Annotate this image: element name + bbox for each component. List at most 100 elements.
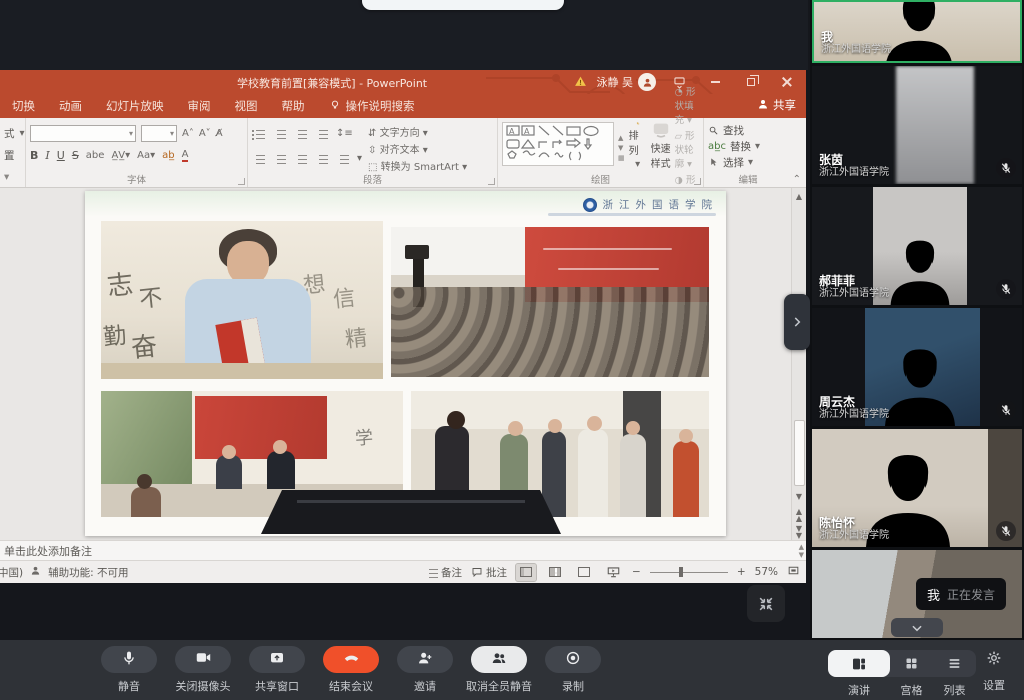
zoom-level[interactable]: 57% bbox=[755, 566, 778, 578]
tab-animations[interactable]: 动画 bbox=[59, 98, 82, 114]
slide-editing-area[interactable]: 浙江外国语学院 志 不 勤 奋 想 信 精 bbox=[0, 188, 806, 540]
increase-indent-icon[interactable] bbox=[315, 129, 328, 138]
participant-tile[interactable]: .t5 .sk{fill:#DCB79D}.t5 .hr{fill:#2B211… bbox=[812, 429, 1022, 547]
slide-vertical-scrollbar[interactable]: ▲ ▼ ▲▲ ▼▼ bbox=[791, 188, 806, 540]
shapes-gallery-scroll[interactable]: ▲▼▦ bbox=[618, 122, 625, 173]
align-right-icon[interactable] bbox=[294, 154, 307, 163]
record-button[interactable]: 录制 bbox=[536, 646, 610, 694]
arrange-button[interactable]: 排列▾ bbox=[629, 122, 647, 170]
end-meeting-button[interactable]: 结束会议 bbox=[314, 646, 388, 694]
align-center-icon[interactable] bbox=[273, 154, 286, 163]
ppt-share-button[interactable]: 共享 bbox=[757, 97, 796, 113]
tell-me-search[interactable]: 操作说明搜索 bbox=[329, 98, 415, 114]
camera-off-button[interactable]: 关闭摄像头 bbox=[166, 646, 240, 694]
slideshow-button[interactable] bbox=[603, 564, 623, 581]
settings-button[interactable]: 设置 bbox=[976, 650, 1012, 693]
notes-scroll-icons[interactable]: ▲▼ bbox=[799, 543, 804, 559]
zoom-out-button[interactable]: − bbox=[632, 566, 641, 578]
tab-review[interactable]: 审阅 bbox=[188, 98, 211, 114]
tab-slideshow[interactable]: 幻灯片放映 bbox=[106, 98, 164, 114]
replace-button[interactable]: ab̲c替换▾ bbox=[708, 138, 788, 154]
list-view-button[interactable] bbox=[933, 650, 976, 677]
normal-view-button[interactable] bbox=[516, 564, 536, 581]
numbering-icon[interactable] bbox=[273, 129, 286, 138]
align-text-button[interactable]: ⇳ 对齐文本 ▾ bbox=[368, 141, 467, 156]
grow-font-icon[interactable]: A˄ bbox=[182, 128, 194, 139]
collapse-ribbon-icon[interactable]: ⌃ bbox=[793, 174, 801, 185]
exit-fullscreen-button[interactable] bbox=[747, 585, 785, 622]
font-size-combobox[interactable]: ▾ bbox=[141, 125, 177, 142]
drawing-dialog-launcher[interactable] bbox=[694, 178, 701, 185]
change-case-button[interactable]: Aa▾ bbox=[137, 150, 155, 161]
font-dialog-launcher[interactable] bbox=[238, 178, 245, 185]
character-spacing-button[interactable]: A̲V̲▾ bbox=[111, 150, 130, 161]
reading-view-button[interactable] bbox=[574, 564, 594, 581]
bold-button[interactable]: B bbox=[30, 149, 38, 162]
text-direction-button[interactable]: ⇵ 文字方向 ▾ bbox=[368, 124, 467, 139]
zoom-slider-thumb[interactable] bbox=[679, 567, 683, 577]
paragraph-dialog-launcher[interactable] bbox=[488, 178, 495, 185]
close-button[interactable] bbox=[774, 71, 800, 93]
zoom-in-button[interactable]: + bbox=[737, 566, 746, 578]
participant-tile-self[interactable]: .t1 .sk{fill:#D9B49A}.t1 .hr{fill:#3A2E2… bbox=[812, 0, 1022, 63]
bullets-icon[interactable] bbox=[252, 129, 265, 138]
find-button[interactable]: 查找 bbox=[708, 122, 788, 138]
grid-view-button[interactable] bbox=[890, 650, 933, 677]
unmute-all-button[interactable]: 取消全员静音 bbox=[462, 646, 536, 694]
tab-view[interactable]: 视图 bbox=[235, 98, 258, 114]
invite-button[interactable]: 邀请 bbox=[388, 646, 462, 694]
decrease-indent-icon[interactable] bbox=[294, 129, 307, 138]
clear-formatting-icon[interactable]: A̸ bbox=[216, 128, 223, 139]
line-spacing-icon[interactable]: ↕≡ bbox=[336, 128, 353, 139]
previous-slide-button[interactable]: ▲▲ bbox=[792, 508, 806, 522]
scroll-down-icon[interactable]: ▼ bbox=[792, 492, 806, 501]
underline-button[interactable]: U bbox=[57, 149, 65, 162]
language-indicator-partial[interactable]: 中国) bbox=[0, 565, 23, 580]
paragraph-more-icon[interactable]: ▾ bbox=[357, 153, 362, 164]
reset-button-partial[interactable]: 置 bbox=[4, 148, 15, 163]
select-button[interactable]: 选择▾ bbox=[708, 154, 788, 170]
participant-tile[interactable]: 我 正在发言 bbox=[812, 550, 1022, 638]
font-color-button[interactable]: A bbox=[182, 149, 189, 162]
zoom-slider[interactable] bbox=[650, 567, 728, 577]
highlight-color-button[interactable]: ab̲ bbox=[162, 150, 174, 161]
comments-toggle[interactable]: 批注 bbox=[471, 565, 507, 580]
participant-tile[interactable]: 张茵 浙江外国语学院 bbox=[812, 66, 1022, 184]
scroll-up-icon[interactable]: ▲ bbox=[792, 192, 806, 201]
share-window-button[interactable]: 共享窗口 bbox=[240, 646, 314, 694]
quick-styles-button[interactable]: 快速样式 bbox=[651, 122, 671, 170]
fit-to-window-button[interactable] bbox=[787, 564, 800, 580]
notes-toggle[interactable]: 备注 bbox=[425, 565, 462, 580]
participant-tile[interactable]: .t4 .sk{fill:#D9AE96}.t4 .hr{fill:#241A1… bbox=[812, 308, 1022, 426]
strikethrough-button[interactable]: S bbox=[72, 149, 79, 162]
shrink-font-icon[interactable]: A˅ bbox=[199, 128, 211, 139]
font-name-combobox[interactable]: ▾ bbox=[30, 125, 136, 142]
sidebar-collapse-tab[interactable] bbox=[784, 294, 810, 350]
justify-icon[interactable] bbox=[315, 154, 328, 163]
minimize-button[interactable] bbox=[702, 71, 728, 93]
screen-share-control-pill[interactable] bbox=[362, 0, 564, 10]
restore-button[interactable] bbox=[738, 71, 764, 93]
slide-canvas[interactable]: 浙江外国语学院 志 不 勤 奋 想 信 精 bbox=[85, 191, 726, 536]
next-slide-button[interactable]: ▼▼ bbox=[792, 525, 806, 539]
align-left-icon[interactable] bbox=[252, 154, 265, 163]
shape-outline-button[interactable]: ▱ 形状轮廓 ▾ bbox=[675, 128, 699, 170]
scroll-participants-down-button[interactable] bbox=[891, 618, 943, 637]
columns-icon[interactable] bbox=[336, 154, 349, 163]
notes-pane[interactable]: 单击此处添加备注 ▲▼ bbox=[0, 540, 806, 560]
participant-tile[interactable]: .t3 .sk{fill:#D8B9A5}.t3 .hr{fill:#1F1B1… bbox=[812, 187, 1022, 305]
speaker-view-button[interactable] bbox=[828, 650, 890, 677]
layout-button-partial[interactable]: 式 bbox=[4, 126, 15, 141]
shape-fill-button[interactable]: ◔ 形状填充 ▾ bbox=[675, 84, 699, 126]
accessibility-status[interactable]: 辅助功能: 不可用 bbox=[48, 565, 128, 580]
tab-help[interactable]: 帮助 bbox=[282, 98, 305, 114]
shapes-gallery[interactable]: A A bbox=[502, 122, 614, 166]
mute-button[interactable]: 静音 bbox=[92, 646, 166, 694]
scrollbar-thumb[interactable] bbox=[794, 420, 805, 486]
account-avatar[interactable] bbox=[638, 73, 656, 91]
italic-button[interactable]: I bbox=[45, 149, 49, 162]
to-smartart-button[interactable]: ⬚ 转换为 SmartArt ▾ bbox=[368, 158, 467, 173]
slide-sorter-view-button[interactable] bbox=[545, 564, 565, 581]
text-shadow-button[interactable]: abe bbox=[86, 150, 105, 161]
tab-transitions[interactable]: 切换 bbox=[12, 98, 35, 114]
